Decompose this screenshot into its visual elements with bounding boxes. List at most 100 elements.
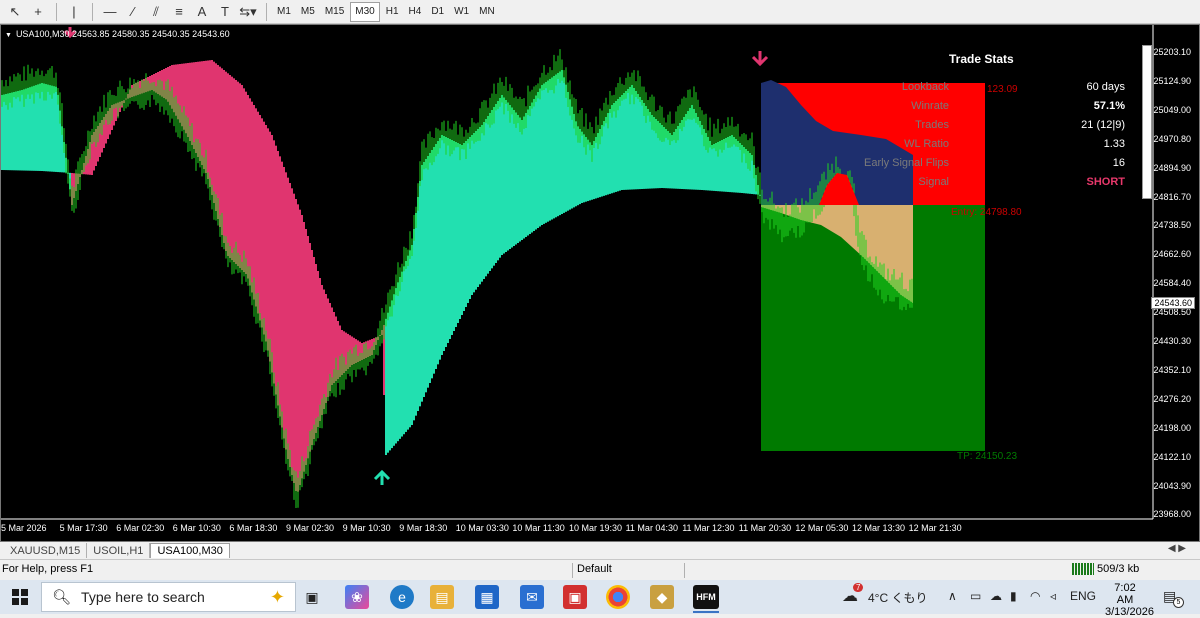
bull-band-segment bbox=[543, 83, 545, 224]
bull-band-segment bbox=[29, 87, 31, 171]
trend-line-icon[interactable]: ∕ bbox=[122, 2, 144, 22]
vertical-line-icon[interactable]: | bbox=[63, 2, 85, 22]
wifi-icon[interactable]: ◠ bbox=[1030, 589, 1040, 603]
bull-band-segment bbox=[631, 85, 633, 190]
timeframe-m1[interactable]: M1 bbox=[273, 2, 295, 22]
bull-band-segment bbox=[621, 95, 623, 190]
timeframe-m15[interactable]: M15 bbox=[321, 2, 348, 22]
bull-band-segment bbox=[523, 116, 525, 239]
text-label-icon[interactable]: T bbox=[214, 2, 236, 22]
bear-band-segment bbox=[233, 78, 235, 262]
bull-band-segment bbox=[391, 300, 393, 449]
fibonacci-icon[interactable]: ≡ bbox=[168, 2, 190, 22]
bear-band-segment bbox=[299, 209, 301, 485]
copilot-icon[interactable]: ❀ bbox=[345, 585, 369, 609]
bull-band-segment bbox=[539, 88, 541, 227]
tab-scroll-arrows-icon[interactable]: ◀ ▶ bbox=[1168, 543, 1186, 554]
stat-value-wl-ratio: 1.33 bbox=[1103, 138, 1125, 150]
bull-band-segment bbox=[49, 85, 51, 172]
timeframe-h1[interactable]: H1 bbox=[382, 2, 403, 22]
bear-band-segment bbox=[283, 167, 285, 439]
battery-icon[interactable]: ▮ bbox=[1010, 589, 1017, 603]
time-tick-label: 6 Mar 10:30 bbox=[172, 523, 221, 533]
bull-band-segment bbox=[529, 106, 531, 234]
bull-band-segment bbox=[395, 288, 397, 444]
display-icon[interactable]: ▭ bbox=[970, 589, 981, 603]
stat-label-early-flips: Early Signal Flips bbox=[864, 157, 949, 169]
bear-band-segment bbox=[289, 183, 291, 467]
hfm-app-icon[interactable]: HFM bbox=[693, 585, 719, 609]
bull-band-segment bbox=[547, 80, 549, 222]
time-tick-label: 10 Mar 03:30 bbox=[455, 523, 509, 533]
arrows-icon[interactable]: ⇆▾ bbox=[237, 2, 259, 22]
bull-band-segment bbox=[693, 109, 695, 190]
symbol-ohlc-text: USA100,M30 24563.85 24580.35 24540.35 24… bbox=[15, 29, 230, 39]
windows-start-icon[interactable] bbox=[12, 589, 28, 605]
collapse-triangle-icon[interactable]: ▼ bbox=[5, 32, 12, 39]
bull-band-segment bbox=[415, 213, 417, 416]
gift-app-icon[interactable]: ▣ bbox=[563, 585, 587, 609]
volume-icon[interactable]: ◃ bbox=[1050, 589, 1056, 603]
bull-band-segment bbox=[19, 90, 21, 171]
clock[interactable]: 7:02 AM 3/13/2026 bbox=[1105, 582, 1154, 618]
time-tick-label: 9 Mar 18:30 bbox=[399, 523, 448, 533]
bear-band-segment bbox=[297, 204, 299, 492]
horizontal-line-icon[interactable]: — bbox=[99, 2, 121, 22]
time-tick-label: 11 Mar 20:30 bbox=[738, 523, 792, 533]
bull-band-segment bbox=[427, 156, 429, 388]
bull-band-segment bbox=[639, 97, 641, 190]
cursor-icon[interactable]: ↖ bbox=[4, 2, 26, 22]
bull-band-segment bbox=[541, 85, 543, 225]
timeframe-d1[interactable]: D1 bbox=[427, 2, 448, 22]
bear-band-segment bbox=[235, 80, 237, 264]
weather-text[interactable]: 4°C くもり bbox=[868, 589, 927, 606]
toolbar-divider bbox=[266, 2, 267, 21]
equidistant-channel-icon[interactable]: ⫽ bbox=[145, 2, 167, 22]
time-tick-label: 6 Mar 18:30 bbox=[229, 523, 278, 533]
microsoft-store-icon[interactable]: ▦ bbox=[475, 585, 499, 609]
price-chart[interactable]: ▼ USA100,M30 24563.85 24580.35 24540.35 2… bbox=[0, 24, 1200, 542]
bull-band-segment bbox=[53, 86, 55, 172]
bull-band-segment bbox=[563, 77, 565, 213]
text-icon[interactable]: A bbox=[191, 2, 213, 22]
tray-chevron-icon[interactable]: ∧ bbox=[948, 589, 957, 603]
bear-band-segment bbox=[217, 65, 219, 219]
tab-usoil[interactable]: USOIL,H1 bbox=[87, 543, 151, 558]
timeframe-w1[interactable]: W1 bbox=[450, 2, 473, 22]
tab-usa100[interactable]: USA100,M30 bbox=[150, 543, 230, 558]
clock-date: 3/13/2026 bbox=[1105, 606, 1154, 618]
timeframe-m5[interactable]: M5 bbox=[297, 2, 319, 22]
chart-canvas[interactable] bbox=[1, 25, 1199, 541]
bear-band-segment bbox=[203, 61, 205, 169]
edge-browser-icon[interactable]: e bbox=[390, 585, 414, 609]
language-indicator[interactable]: ENG bbox=[1070, 589, 1096, 603]
bull-band-segment bbox=[55, 86, 57, 172]
bull-band-segment bbox=[735, 139, 737, 193]
bear-band-segment bbox=[267, 128, 269, 351]
timeframe-m30[interactable]: M30 bbox=[350, 1, 380, 22]
bull-band-segment bbox=[559, 71, 561, 216]
timeframe-h4[interactable]: H4 bbox=[405, 2, 426, 22]
onedrive-icon[interactable]: ☁ bbox=[990, 589, 1002, 603]
bull-band-segment bbox=[421, 165, 423, 402]
bull-band-segment bbox=[665, 129, 667, 189]
bear-band-segment bbox=[307, 236, 309, 459]
bull-band-segment bbox=[477, 129, 479, 287]
chrome-browser-icon[interactable] bbox=[606, 585, 630, 609]
time-tick-label: 12 Mar 21:30 bbox=[908, 523, 962, 533]
metatrader-icon[interactable]: ◆ bbox=[650, 585, 674, 609]
file-explorer-icon[interactable]: ▤ bbox=[430, 585, 454, 609]
bear-band-segment bbox=[219, 66, 221, 227]
bull-band-segment bbox=[603, 121, 605, 196]
timeframe-mn[interactable]: MN bbox=[475, 2, 499, 22]
bull-band-segment bbox=[565, 84, 567, 212]
tab-xauusd[interactable]: XAUUSD,M15 bbox=[4, 543, 88, 558]
taskbar-search-box[interactable]: 🔍︎ Type here to search ✦ bbox=[41, 582, 296, 612]
crosshair-icon[interactable]: + bbox=[27, 2, 49, 22]
price-tick-label: 24122.10 bbox=[1153, 451, 1191, 462]
bear-band-segment bbox=[279, 156, 281, 417]
outlook-icon[interactable]: ✉ bbox=[520, 585, 544, 609]
bull-band-segment bbox=[619, 97, 621, 191]
chart-scrollbar[interactable] bbox=[1142, 45, 1152, 199]
task-view-icon[interactable]: ▣ bbox=[300, 585, 324, 609]
